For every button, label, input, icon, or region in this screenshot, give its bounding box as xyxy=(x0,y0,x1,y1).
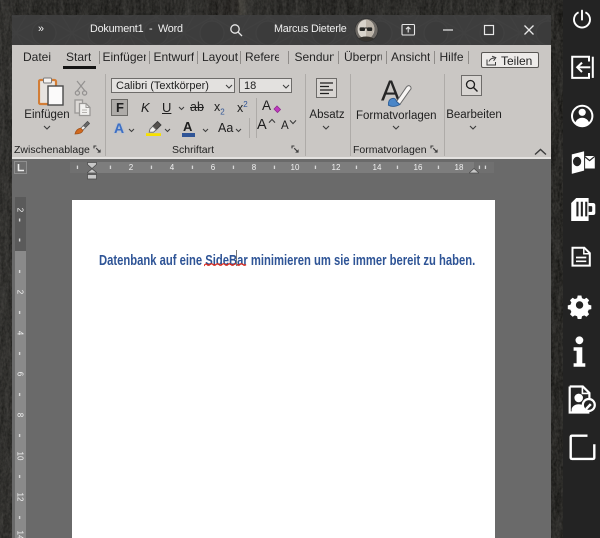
svg-text:18: 18 xyxy=(455,163,464,172)
svg-text:10: 10 xyxy=(16,452,25,461)
svg-text:8: 8 xyxy=(252,163,257,172)
svg-text:8: 8 xyxy=(16,413,25,418)
svg-text:4: 4 xyxy=(170,163,175,172)
svg-text:10: 10 xyxy=(291,163,300,172)
svg-text:14: 14 xyxy=(373,163,382,172)
svg-text:6: 6 xyxy=(16,372,25,377)
svg-text:4: 4 xyxy=(16,331,25,336)
svg-text:2: 2 xyxy=(16,290,25,295)
svg-text:12: 12 xyxy=(16,493,25,502)
svg-text:12: 12 xyxy=(332,163,341,172)
svg-text:16: 16 xyxy=(414,163,423,172)
svg-text:2: 2 xyxy=(16,208,25,213)
svg-text:14: 14 xyxy=(16,531,25,538)
svg-text:2: 2 xyxy=(129,163,134,172)
svg-text:6: 6 xyxy=(211,163,216,172)
